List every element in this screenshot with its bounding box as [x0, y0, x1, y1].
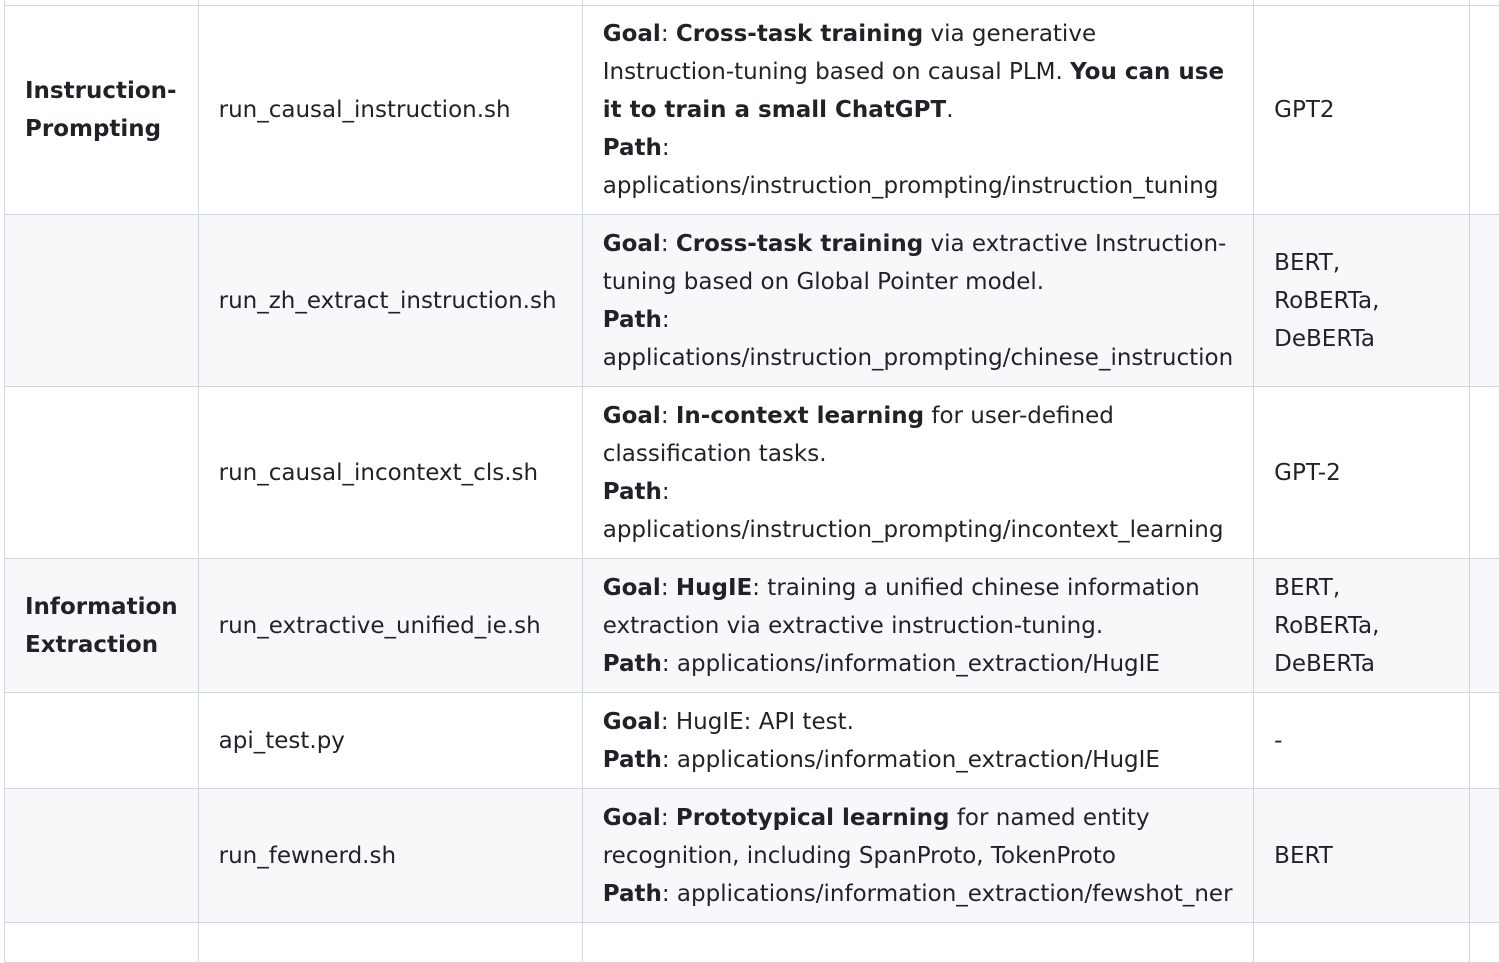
description-cell: Goal: Cross-task training via generative… — [581, 5, 1255, 215]
category-cell — [4, 788, 199, 923]
path-value: applications/information_extraction/HugI… — [676, 650, 1160, 677]
applications-table: Instruction-Prompting run_causal_instruc… — [4, 0, 1500, 963]
script-cell: run_fewnerd.sh — [197, 788, 583, 923]
table-row: run_causal_incontext_cls.sh Goal: In-con… — [4, 386, 1500, 559]
category-cell: Information Extraction — [4, 558, 199, 693]
description-cell: Goal: Prototypical learning for named en… — [581, 788, 1255, 923]
table-row: Instruction-Prompting run_causal_instruc… — [4, 5, 1500, 215]
description-cell: Goal: HugIE: training a unified chinese … — [581, 558, 1255, 693]
path-label: Path — [602, 135, 662, 161]
table-row: api_test.py Goal: HugIE: API test. Path:… — [4, 692, 1500, 789]
path-label: Path — [602, 880, 662, 907]
goal-highlight: In-context learning — [675, 402, 925, 429]
models-cell: - — [1253, 692, 1470, 789]
script-cell: run_extractive_unified_ie.sh — [197, 558, 583, 693]
path-label: Path — [602, 478, 662, 505]
goal-label: Goal — [602, 230, 661, 257]
table-row: run_fewnerd.sh Goal: Prototypical learni… — [4, 788, 1500, 923]
category-cell — [4, 386, 199, 559]
script-cell: api_test.py — [197, 692, 583, 789]
category-cell — [4, 692, 199, 789]
table-row: run_zh_extract_instruction.sh Goal: Cros… — [4, 214, 1500, 387]
models-cell: GPT-2 — [1253, 386, 1470, 559]
category-cell — [4, 214, 199, 387]
goal-text: HugIE: API test. — [675, 708, 854, 735]
description-cell: Goal: Cross-task training via extractive… — [581, 214, 1255, 387]
table-row — [4, 922, 1500, 963]
goal-label: Goal — [602, 574, 661, 601]
goal-label: Goal — [602, 402, 661, 429]
goal-label: Goal — [602, 708, 661, 735]
description-cell: Goal: HugIE: API test. Path: application… — [581, 692, 1255, 789]
path-label: Path — [602, 306, 662, 333]
path-value: applications/instruction_prompting/chine… — [602, 344, 1234, 371]
script-cell: run_causal_instruction.sh — [197, 5, 583, 215]
goal-highlight: Cross-task training — [675, 230, 924, 257]
models-cell: GPT2 — [1253, 5, 1470, 215]
path-value: applications/information_extraction/fews… — [676, 880, 1233, 907]
script-cell: run_zh_extract_instruction.sh — [197, 214, 583, 387]
path-label: Path — [602, 650, 662, 677]
goal-label: Goal — [602, 804, 661, 831]
category-cell: Instruction-Prompting — [4, 5, 199, 215]
table-row: Information Extraction run_extractive_un… — [4, 558, 1500, 693]
description-cell: Goal: In-context learning for user-defin… — [581, 386, 1255, 559]
goal-highlight: Cross-task training — [675, 21, 924, 47]
path-value: applications/instruction_prompting/incon… — [602, 516, 1224, 543]
path-value: applications/instruction_prompting/instr… — [602, 173, 1219, 199]
models-cell: BERT — [1253, 788, 1470, 923]
goal-tail: . — [946, 97, 954, 123]
models-cell: BERT, RoBERTa, DeBERTa — [1253, 558, 1470, 693]
goal-highlight: Prototypical learning — [675, 804, 950, 831]
models-cell: BERT, RoBERTa, DeBERTa — [1253, 214, 1470, 387]
goal-label: Goal — [602, 21, 661, 47]
script-cell: run_causal_incontext_cls.sh — [197, 386, 583, 559]
path-value: applications/information_extraction/HugI… — [676, 746, 1160, 773]
path-label: Path — [602, 746, 662, 773]
goal-highlight: HugIE — [675, 574, 753, 601]
